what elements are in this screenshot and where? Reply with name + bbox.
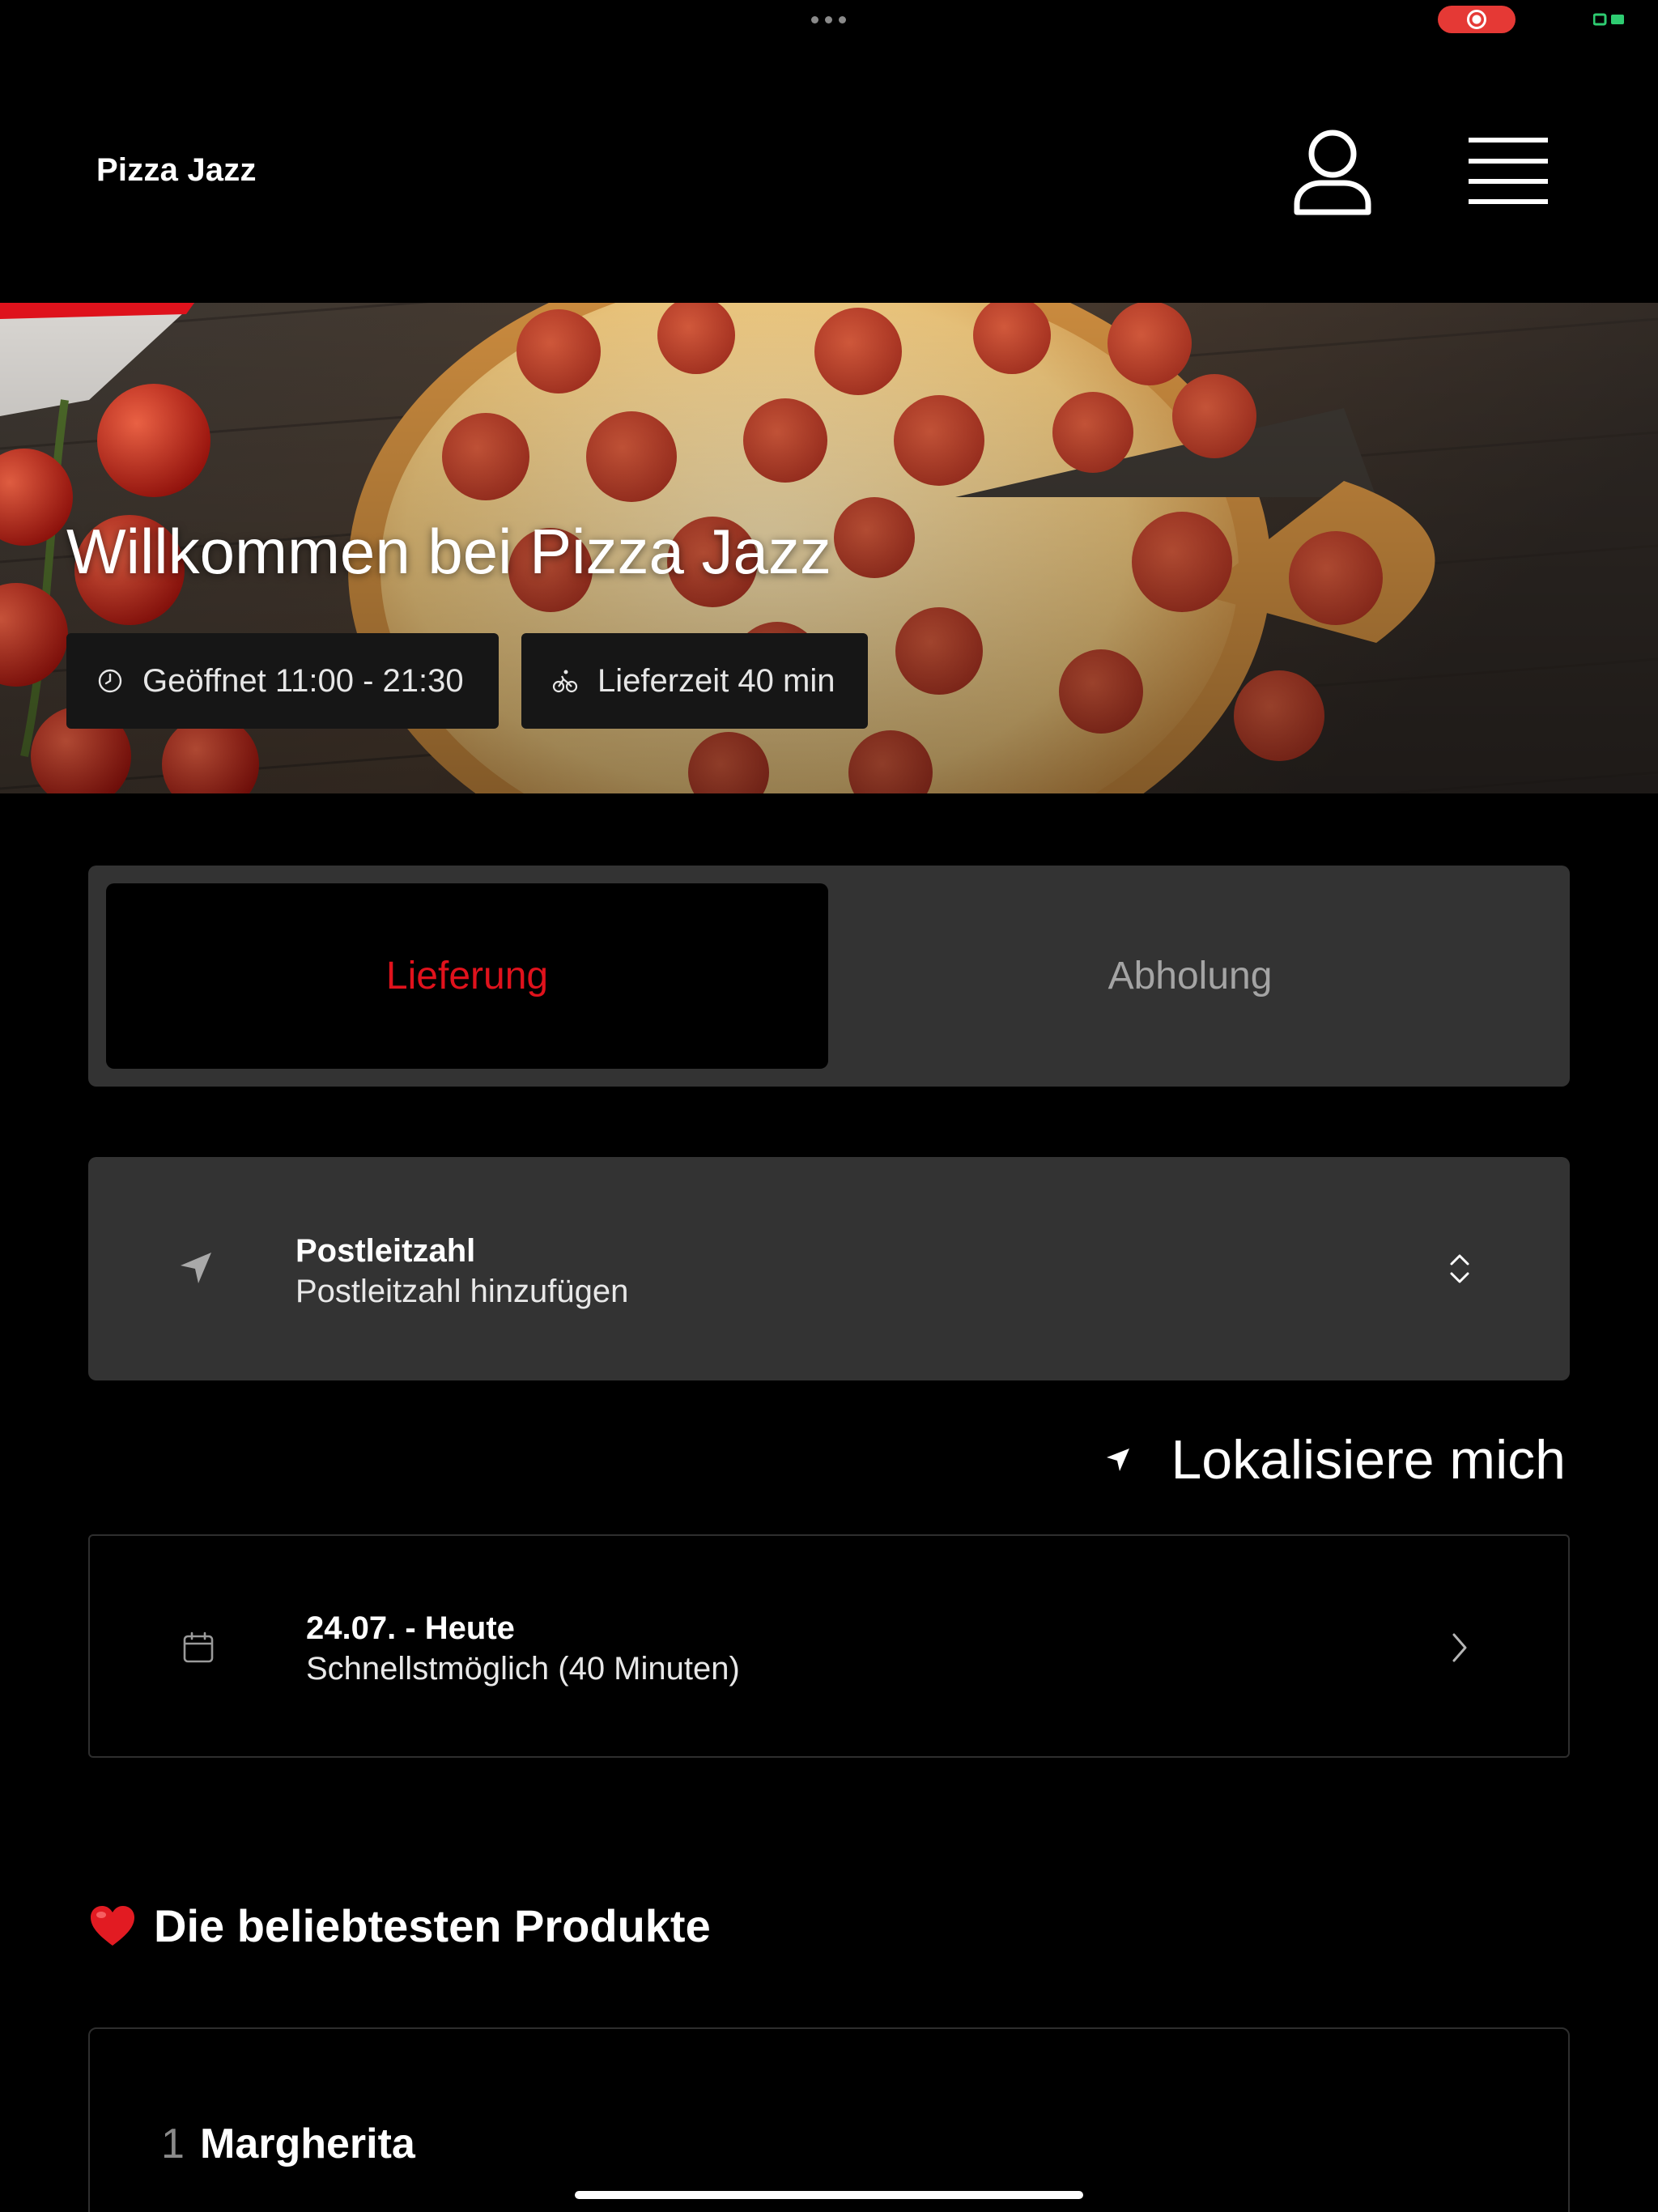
clock-icon [98, 669, 122, 693]
delivery-time-chip: Lieferzeit 40 min [521, 633, 868, 729]
brand-name[interactable]: Pizza Jazz [96, 152, 257, 189]
opening-hours-text: Geöffnet 11:00 - 21:30 [142, 662, 464, 699]
product-rank: 1 [161, 2121, 185, 2167]
home-indicator[interactable] [575, 2191, 1083, 2199]
menu-button[interactable] [1467, 136, 1550, 206]
chevron-right-icon [1452, 1633, 1467, 1662]
product-name: Margherita [200, 2121, 415, 2167]
postcode-selector[interactable]: Postleitzahl Postleitzahl hinzufügen [88, 1157, 1570, 1380]
popular-products-title: Die beliebtesten Produkte [154, 1900, 711, 1951]
order-mode-toggle: Lieferung Abholung [88, 866, 1570, 1087]
status-bar [0, 0, 1658, 39]
hamburger-menu-icon [1469, 138, 1548, 204]
locate-me-label: Lokalisiere mich [1171, 1429, 1566, 1491]
battery-icon [1593, 13, 1624, 26]
delivery-date-title: 24.07. - Heute [306, 1610, 515, 1646]
user-icon [1294, 130, 1371, 215]
location-arrow-icon [1107, 1448, 1130, 1471]
heart-icon [91, 1905, 134, 1946]
delivery-option-button[interactable]: Lieferung [106, 883, 828, 1069]
postcode-placeholder: Postleitzahl hinzufügen [295, 1274, 629, 1309]
multitasking-dots-icon[interactable] [811, 16, 846, 23]
delivery-date-selector[interactable]: 24.07. - Heute Schnellstmöglich (40 Minu… [88, 1534, 1570, 1758]
up-down-chevrons-icon [1450, 1254, 1469, 1283]
delivery-time-text: Lieferzeit 40 min [597, 662, 835, 699]
hero-title: Willkommen bei Pizza Jazz [66, 516, 831, 587]
product-card[interactable]: 1 Margherita [88, 2027, 1570, 2212]
app-page: Pizza Jazz Willkommen bei Pizza Jazz Geö… [0, 0, 1658, 2212]
account-button[interactable] [1292, 126, 1373, 217]
locate-me-button[interactable]: Lokalisiere mich [1106, 1428, 1566, 1491]
opening-hours-chip: Geöffnet 11:00 - 21:30 [66, 633, 499, 729]
hero-banner: Willkommen bei Pizza Jazz Geöffnet 11:00… [0, 303, 1658, 793]
pickup-option-button[interactable]: Abholung [828, 883, 1552, 1069]
postcode-label: Postleitzahl [295, 1233, 476, 1269]
delivery-date-subtitle: Schnellstmöglich (40 Minuten) [306, 1651, 740, 1687]
bicycle-icon [552, 670, 578, 693]
popular-products-heading: Die beliebtesten Produkte [89, 1899, 711, 1952]
calendar-icon [183, 1631, 214, 1663]
location-arrow-icon [181, 1253, 211, 1283]
screen-recording-icon [1438, 6, 1516, 33]
